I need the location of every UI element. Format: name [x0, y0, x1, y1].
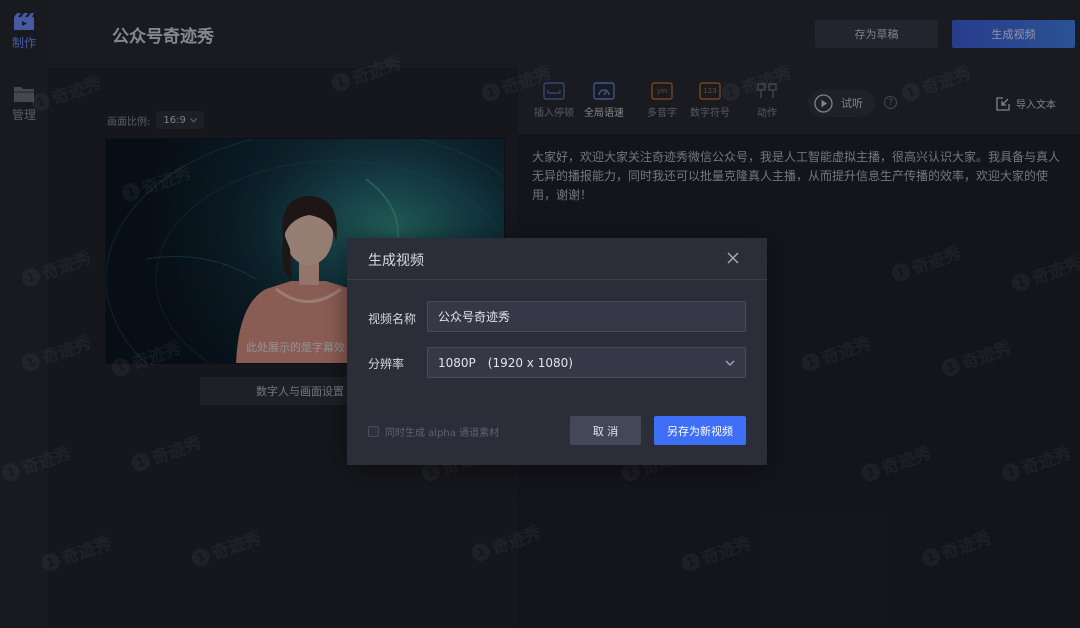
alpha-channel-label: 同时生成 alpha 通道素材 [385, 428, 500, 439]
generate-video-dialog: 生成视频 视频名称 分辨率 1080P (1920 x 1080) 同时生成 a… [347, 238, 767, 465]
alpha-channel-option[interactable]: 同时生成 alpha 通道素材 [368, 424, 499, 439]
video-name-label: 视频名称 [368, 312, 417, 326]
resolution-label: 分辨率 [368, 357, 405, 371]
dialog-header: 生成视频 [347, 238, 767, 280]
dialog-title: 生成视频 [368, 253, 424, 269]
resolution-select[interactable]: 1080P (1920 x 1080) [427, 347, 746, 378]
alpha-channel-checkbox[interactable] [368, 426, 379, 437]
chevron-down-icon [725, 360, 735, 366]
cancel-button[interactable]: 取 消 [570, 416, 641, 445]
resolution-value: 1080P (1920 x 1080) [438, 356, 573, 370]
save-as-new-video-button[interactable]: 另存为新视频 [654, 416, 746, 445]
video-name-input[interactable] [427, 301, 746, 332]
close-icon[interactable] [725, 250, 741, 266]
